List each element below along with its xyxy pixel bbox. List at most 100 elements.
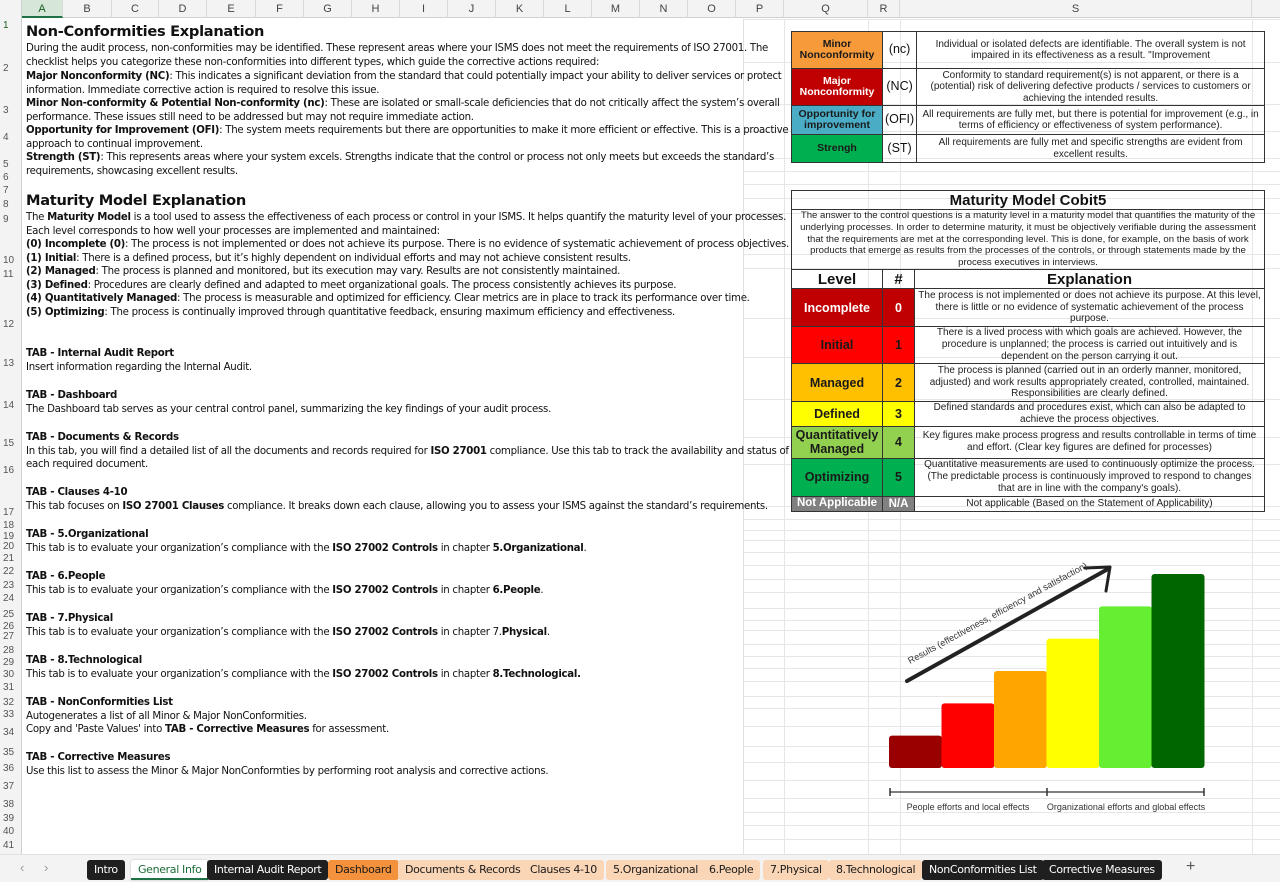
prev-sheet-icon[interactable]: ‹ xyxy=(20,860,24,875)
row-header-37[interactable]: 37 xyxy=(0,781,22,792)
nc-list-text-bold: TAB - Corrective Measures xyxy=(164,724,310,735)
sheet-tab-general-info[interactable]: General Info xyxy=(131,860,209,880)
sheet-tab-7-physical[interactable]: 7.Physical xyxy=(763,860,829,880)
row-header-30[interactable]: 30 xyxy=(0,669,22,680)
column-header-s[interactable]: S xyxy=(900,0,1252,18)
column-header-k[interactable]: K xyxy=(496,0,544,18)
row-header-21[interactable]: 21 xyxy=(0,553,22,564)
row-header-15[interactable]: 15 xyxy=(0,438,22,449)
row-header-33[interactable]: 33 xyxy=(0,709,22,720)
row-header-1[interactable]: 1 xyxy=(0,20,22,31)
tab-desc-people-title: TAB - 6.People xyxy=(26,571,106,582)
nc-category-name: Opportunity for improvement xyxy=(791,105,883,135)
row-header-24[interactable]: 24 xyxy=(0,593,22,604)
row-header-8[interactable]: 8 xyxy=(0,199,22,210)
tab-desc-corrective-title: TAB - Corrective Measures xyxy=(26,752,171,763)
row-header-2[interactable]: 2 xyxy=(0,63,22,74)
row-header-17[interactable]: 17 xyxy=(0,507,22,518)
sheet-tab-corrective-measures[interactable]: Corrective Measures xyxy=(1042,860,1162,880)
row-header-40[interactable]: 40 xyxy=(0,826,22,837)
nc-ofi-text: : The system meets requirements but ther… xyxy=(219,125,789,136)
tab-desc-corrective-text: Use this list to assess the Minor & Majo… xyxy=(26,766,549,777)
nc-ofi-label: Opportunity for Improvement (OFI) xyxy=(26,125,220,136)
column-header-q[interactable]: Q xyxy=(784,0,868,18)
column-header-e[interactable]: E xyxy=(207,0,256,18)
sheet-tab-internal-audit-report[interactable]: Internal Audit Report xyxy=(207,860,329,880)
column-header-d[interactable]: D xyxy=(159,0,207,18)
row-header-6[interactable]: 6 xyxy=(0,172,22,183)
row-header-11[interactable]: 11 xyxy=(0,269,22,280)
column-header-c[interactable]: C xyxy=(112,0,159,18)
column-header-g[interactable]: G xyxy=(304,0,352,18)
column-header-b[interactable]: B xyxy=(63,0,112,18)
column-header-f[interactable]: F xyxy=(256,0,304,18)
sheet-tab-intro[interactable]: Intro xyxy=(87,860,125,880)
row-header-18[interactable]: 18 xyxy=(0,520,22,531)
maturity-level-text: : The process is measurable and optimize… xyxy=(177,293,750,304)
row-header-32[interactable]: 32 xyxy=(0,697,22,708)
chart-bar-4 xyxy=(1099,606,1152,768)
row-header-27[interactable]: 27 xyxy=(0,631,22,642)
row-header-31[interactable]: 31 xyxy=(0,682,22,693)
sheet-tab-6-people[interactable]: 6.People xyxy=(702,860,761,880)
nc-major-label: Major Nonconformity (NC) xyxy=(26,71,170,82)
chart-bar-1 xyxy=(941,703,995,768)
worksheet[interactable]: Non-Conformities Explanation During the … xyxy=(22,19,1280,854)
physical-text-end: . xyxy=(546,627,550,638)
sheet-tab-dashboard[interactable]: Dashboard xyxy=(328,860,399,880)
row-header-16[interactable]: 16 xyxy=(0,465,22,476)
next-sheet-icon[interactable]: › xyxy=(44,860,48,875)
row-header-14[interactable]: 14 xyxy=(0,400,22,411)
sheet-tab-5-organizational[interactable]: 5.Organizational xyxy=(606,860,706,880)
tab-desc-internal-audit-title: TAB - Internal Audit Report xyxy=(26,348,174,359)
gridline xyxy=(744,839,1280,840)
column-header-m[interactable]: M xyxy=(592,0,640,18)
add-sheet-button[interactable]: + xyxy=(1186,858,1195,876)
row-header-28[interactable]: 28 xyxy=(0,645,22,656)
row-header-38[interactable]: 38 xyxy=(0,799,22,810)
select-all-corner[interactable] xyxy=(0,0,22,18)
row-header-23[interactable]: 23 xyxy=(0,580,22,591)
row-header-12[interactable]: 12 xyxy=(0,319,22,330)
column-header-n[interactable]: N xyxy=(640,0,688,18)
row-header-7[interactable]: 7 xyxy=(0,185,22,196)
row-header-4[interactable]: 4 xyxy=(0,132,22,143)
row-header-34[interactable]: 34 xyxy=(0,727,22,738)
row-header-20[interactable]: 20 xyxy=(0,541,22,552)
row-header-5[interactable]: 5 xyxy=(0,159,22,170)
row-header-3[interactable]: 3 xyxy=(0,105,22,116)
nc-major-line2: information. Immediate corrective action… xyxy=(26,85,380,96)
maturity-level-number: 1 xyxy=(882,326,915,364)
column-header-h[interactable]: H xyxy=(352,0,400,18)
row-header-29[interactable]: 29 xyxy=(0,657,22,668)
maturity-level-explanation: The process is not implemented or does n… xyxy=(914,288,1265,327)
sheet-tab-8-technological[interactable]: 8.Technological xyxy=(829,860,923,880)
xlabel-left: People efforts and local effects xyxy=(907,802,1030,812)
row-header-25[interactable]: 25 xyxy=(0,609,22,620)
maturity-level-explanation: Not applicable (Based on the Statement o… xyxy=(914,495,1265,512)
column-header-r[interactable]: R xyxy=(868,0,900,18)
column-header-j[interactable]: J xyxy=(448,0,496,18)
row-header-13[interactable]: 13 xyxy=(0,358,22,369)
row-header-39[interactable]: 39 xyxy=(0,813,22,824)
column-header-a[interactable]: A xyxy=(22,0,63,18)
xlabel-right: Organizational efforts and global effect… xyxy=(1047,802,1206,812)
sheet-tab-nonconformities-list[interactable]: NonConformities List xyxy=(922,860,1044,880)
sheet-tab-clauses-4-10[interactable]: Clauses 4-10 xyxy=(523,860,604,880)
row-header-35[interactable]: 35 xyxy=(0,747,22,758)
physical-text-bold: ISO 27002 Controls xyxy=(332,627,438,638)
row-header-10[interactable]: 10 xyxy=(0,255,22,266)
maturity-level-number: N/A xyxy=(882,495,915,512)
row-header-22[interactable]: 22 xyxy=(0,566,22,577)
column-header-o[interactable]: O xyxy=(688,0,736,18)
row-header-36[interactable]: 36 xyxy=(0,763,22,774)
nc-category-abbr: (OFI) xyxy=(881,105,918,135)
tab-desc-clauses-title: TAB - Clauses 4-10 xyxy=(26,487,128,498)
column-header-p[interactable]: P xyxy=(736,0,784,18)
column-header-l[interactable]: L xyxy=(544,0,592,18)
sheet-tab-documents-records[interactable]: Documents & Records xyxy=(398,860,528,880)
maturity-level-prefix: (4) xyxy=(26,293,45,304)
column-header-i[interactable]: I xyxy=(400,0,448,18)
row-header-41[interactable]: 41 xyxy=(0,840,22,851)
row-header-9[interactable]: 9 xyxy=(0,214,22,225)
